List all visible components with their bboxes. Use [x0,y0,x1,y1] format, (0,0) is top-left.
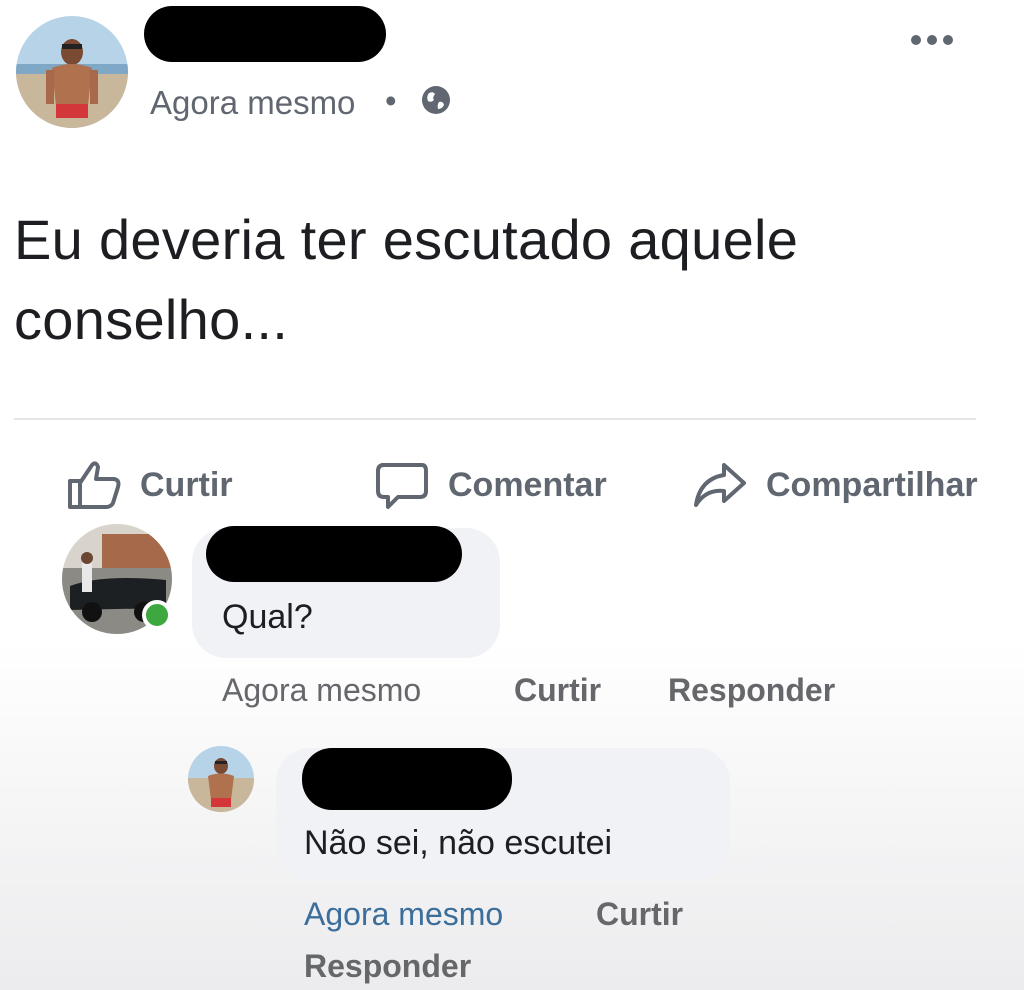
reply-time[interactable]: Agora mesmo [304,896,503,933]
post-text: Eu deveria ter escutado aquele conselho.… [14,208,799,351]
comment-reply-button[interactable]: Responder [668,672,835,709]
share-button[interactable]: Compartilhar [692,455,978,515]
share-label: Compartilhar [766,465,978,504]
author-avatar[interactable] [16,16,128,128]
reply-author-name-redacted [302,748,512,810]
comment-button[interactable]: Comentar [374,455,607,515]
comment-like-button[interactable]: Curtir [514,672,601,709]
meta-separator: • [385,82,397,119]
author-name-redacted [144,6,386,62]
like-label: Curtir [140,465,233,504]
comment-text: Qual? [222,598,313,636]
online-status-indicator [142,600,172,630]
post-time[interactable]: Agora mesmo [150,84,355,122]
divider [14,418,976,420]
reply-author-avatar[interactable] [188,746,254,812]
more-options-icon[interactable] [906,22,958,58]
reply-reply-button[interactable]: Responder [304,948,471,985]
thumbs-up-icon [68,461,121,509]
reply-text: Não sei, não escutei [304,824,613,862]
commenter-name-redacted [206,526,462,582]
globe-icon [420,84,452,116]
share-arrow-icon [694,463,746,507]
comment-label: Comentar [448,465,607,504]
speech-bubble-icon [376,463,428,509]
like-button[interactable]: Curtir [66,455,233,515]
reply-like-button[interactable]: Curtir [596,896,683,933]
comment-time[interactable]: Agora mesmo [222,672,421,709]
